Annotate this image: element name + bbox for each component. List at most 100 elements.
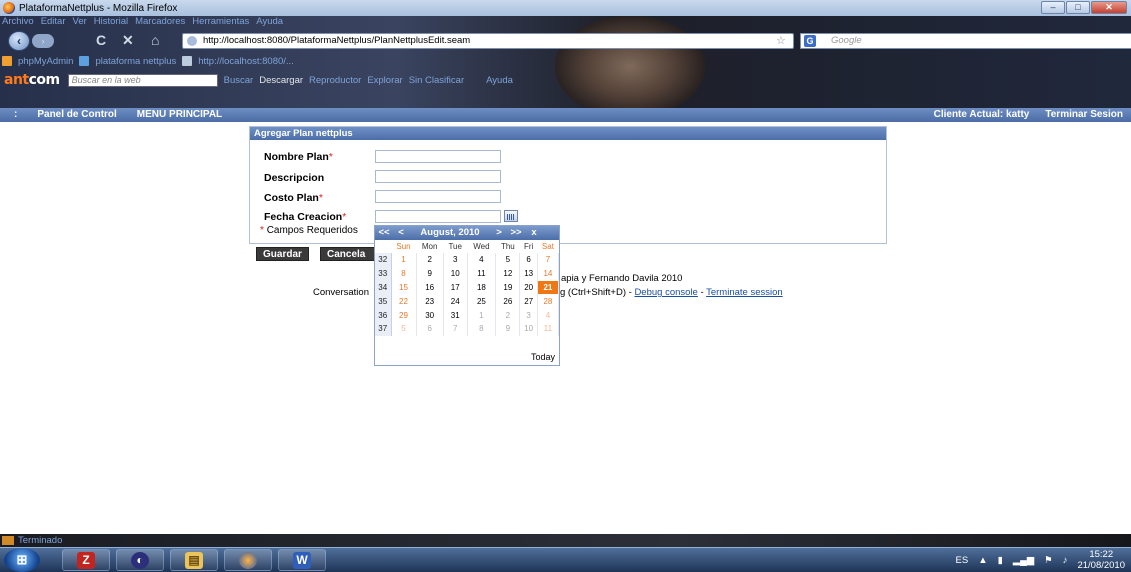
calendar-day[interactable]: 20 — [519, 280, 538, 295]
maximize-button[interactable]: □ — [1066, 1, 1090, 14]
taskbar-eclipse[interactable]: ◐ — [116, 549, 164, 571]
menu-herramientas[interactable]: Herramientas — [192, 16, 249, 30]
calendar-day-selected[interactable]: 21 — [537, 280, 560, 295]
taskbar-firefox[interactable] — [224, 549, 272, 571]
reload-icon[interactable]: C — [96, 32, 106, 48]
calendar-day[interactable]: 5 — [391, 321, 417, 336]
ask-ayuda[interactable]: Ayuda — [486, 75, 513, 86]
signal-icon[interactable]: ▂▄▆ — [1013, 555, 1034, 566]
calendar-day[interactable]: 12 — [495, 266, 521, 281]
calendar-day[interactable]: 17 — [443, 280, 468, 295]
menu-ver[interactable]: Ver — [73, 16, 87, 30]
action-center-icon[interactable]: ⚑ — [1044, 555, 1053, 566]
language-indicator[interactable]: ES — [956, 555, 969, 566]
calendar-day[interactable]: 4 — [537, 308, 560, 322]
calendar-day[interactable]: 22 — [391, 294, 417, 309]
menu-marcadores[interactable]: Marcadores — [135, 16, 185, 30]
menu-historial[interactable]: Historial — [94, 16, 128, 30]
calendar-day[interactable]: 6 — [416, 321, 444, 336]
next-year-button[interactable]: >> — [507, 226, 525, 240]
calendar-day[interactable]: 9 — [416, 266, 444, 281]
ask-explorar[interactable]: Explorar — [367, 75, 402, 86]
prev-year-button[interactable]: << — [375, 226, 393, 240]
close-calendar-button[interactable]: x — [525, 226, 543, 240]
calendar-day[interactable]: 5 — [495, 253, 521, 267]
nombre-plan-input[interactable] — [375, 150, 501, 163]
bookmark-localhost[interactable]: http://localhost:8080/... — [198, 56, 294, 67]
ask-sin-clasificar[interactable]: Sin Clasificar — [409, 75, 464, 86]
calendar-day[interactable]: 10 — [443, 266, 468, 281]
calendar-day[interactable]: 18 — [467, 280, 497, 295]
costo-plan-input[interactable] — [375, 190, 501, 203]
menu-editar[interactable]: Editar — [41, 16, 66, 30]
nav-panel-de-control[interactable]: Panel de Control — [37, 108, 116, 122]
calendar-day[interactable]: 1 — [467, 308, 497, 322]
bookmark-phpmyadmin[interactable]: phpMyAdmin — [18, 56, 73, 67]
calendar-day[interactable]: 24 — [443, 294, 468, 309]
calendar-day[interactable]: 30 — [416, 308, 444, 322]
start-button[interactable]: ⊞ — [4, 548, 40, 572]
ask-buscar[interactable]: Buscar — [224, 75, 254, 86]
calendar-day[interactable]: 9 — [495, 321, 521, 336]
nav-menu-principal[interactable]: MENU PRINCIPAL — [137, 108, 222, 122]
next-month-button[interactable]: > — [491, 226, 507, 240]
site-identity-icon[interactable] — [187, 36, 197, 46]
calendar-day[interactable]: 1 — [391, 253, 417, 267]
calendar-day[interactable]: 10 — [519, 321, 538, 336]
clock[interactable]: 15:22 21/08/2010 — [1077, 549, 1125, 571]
calendar-day[interactable]: 27 — [519, 294, 538, 309]
stop-icon[interactable]: ✕ — [122, 32, 134, 49]
bookmark-star-icon[interactable]: ☆ — [776, 34, 786, 47]
fecha-creacion-input[interactable] — [375, 210, 501, 223]
home-icon[interactable]: ⌂ — [151, 32, 159, 48]
calendar-day[interactable]: 8 — [391, 266, 417, 281]
calendar-day[interactable]: 26 — [495, 294, 521, 309]
calendar-icon[interactable] — [504, 210, 518, 222]
ask-search-input[interactable]: Buscar en la web — [67, 73, 218, 87]
calendar-day[interactable]: 29 — [391, 308, 417, 322]
debug-console-link[interactable]: Debug console — [634, 287, 697, 298]
prev-month-button[interactable]: < — [393, 226, 409, 240]
menu-ayuda[interactable]: Ayuda — [256, 16, 283, 30]
url-bar[interactable]: http://localhost:8080/PlataformaNettplus… — [182, 33, 794, 49]
calendar-day[interactable]: 23 — [416, 294, 444, 309]
taskbar-filezilla[interactable]: Z — [62, 549, 110, 571]
calendar-day[interactable]: 2 — [416, 253, 444, 267]
terminate-session-link[interactable]: Terminate session — [706, 287, 783, 298]
google-icon[interactable]: G — [804, 35, 816, 47]
calendar-day[interactable]: 3 — [519, 308, 538, 322]
calendar-day[interactable]: 4 — [467, 253, 497, 267]
calendar-day[interactable]: 15 — [391, 280, 417, 295]
calendar-day[interactable]: 14 — [537, 266, 560, 281]
ask-descargar[interactable]: Descargar — [259, 75, 303, 86]
calendar-day[interactable]: 25 — [467, 294, 497, 309]
forward-button[interactable]: › — [32, 34, 54, 48]
calendar-day[interactable]: 19 — [495, 280, 521, 295]
close-button[interactable]: ✕ — [1091, 1, 1127, 14]
calendar-day[interactable]: 7 — [443, 321, 468, 336]
calendar-day[interactable]: 2 — [495, 308, 521, 322]
back-button[interactable]: ‹ — [8, 31, 30, 51]
descripcion-input[interactable] — [375, 170, 501, 183]
calendar-day[interactable]: 11 — [467, 266, 497, 281]
bookmark-plataforma[interactable]: plataforma nettplus — [95, 56, 176, 67]
save-button[interactable]: Guardar — [256, 247, 309, 261]
calendar-day[interactable]: 13 — [519, 266, 538, 281]
taskbar-word[interactable]: W — [278, 549, 326, 571]
calendar-day[interactable]: 6 — [519, 253, 538, 267]
logout-link[interactable]: Terminar Sesion — [1045, 108, 1123, 122]
calendar-day[interactable]: 11 — [537, 321, 560, 336]
taskbar-explorer[interactable]: ▤ — [170, 549, 218, 571]
search-bar[interactable]: G Google — [800, 33, 1131, 49]
cancel-button[interactable]: Cancela — [320, 247, 375, 261]
ask-reproductor[interactable]: Reproductor — [309, 75, 361, 86]
calendar-day[interactable]: 31 — [443, 308, 468, 322]
minimize-button[interactable]: – — [1041, 1, 1065, 14]
calendar-day[interactable]: 28 — [537, 294, 560, 309]
volume-icon[interactable]: ♪ — [1063, 555, 1068, 566]
today-button[interactable]: Today — [531, 352, 555, 362]
calendar-day[interactable]: 3 — [443, 253, 468, 267]
network-icon[interactable]: ▮ — [998, 555, 1003, 566]
calendar-day[interactable]: 7 — [537, 253, 560, 267]
tray-expand-icon[interactable]: ▲ — [978, 555, 987, 566]
